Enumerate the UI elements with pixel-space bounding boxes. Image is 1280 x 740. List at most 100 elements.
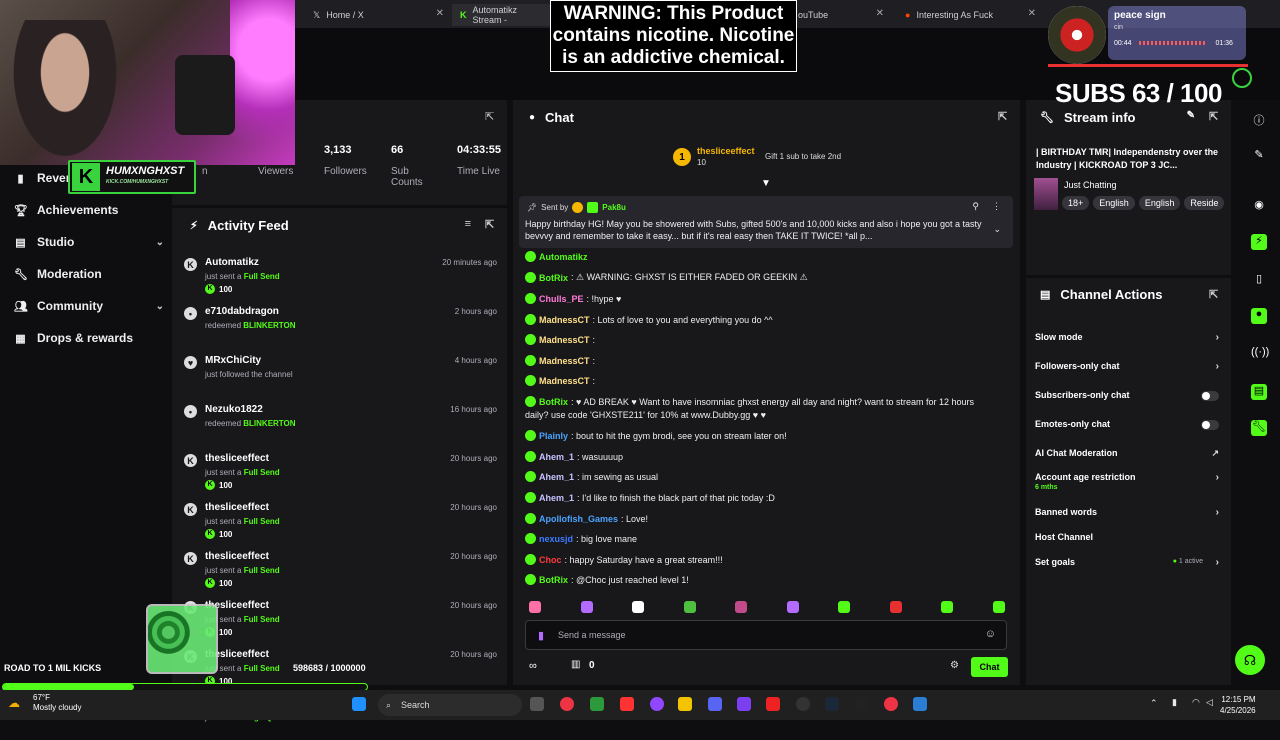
sidebar-item-community[interactable]: 👥︎ Community ⌄ [14,299,164,313]
pin-icon[interactable]: ⚲ [972,201,979,212]
chat-message[interactable]: Plainly: bout to hit the gym brodi, see … [525,430,787,441]
more-icon[interactable]: ⋮ [992,201,1001,212]
taskbar-search[interactable]: ⌕ Search [378,694,522,716]
activity-username[interactable]: Automatikz [205,257,259,268]
activity-item[interactable]: Kthesliceeffect20 hours agojust sent a F… [172,544,507,593]
activity-item[interactable]: Kthesliceeffect20 hours agojust sent a F… [172,446,507,495]
chat-message[interactable]: MadnessCT: [525,355,595,366]
app-icon[interactable] [913,697,927,711]
gear-icon[interactable]: ⚙ [950,660,959,671]
bolt-icon[interactable]: ⚡︎ [1251,234,1267,250]
tag[interactable]: English [1138,196,1181,210]
tab-automatikz[interactable]: K Automatikz Stream - [452,4,552,26]
activity-username[interactable]: thesliceeffect [205,551,269,562]
chat-username[interactable]: BotRix [539,397,568,407]
close-icon[interactable]: ✕ [436,8,444,19]
app-icon[interactable] [766,697,780,711]
chat-message[interactable]: MadnessCT: Lots of love to you and every… [525,314,773,325]
activity-item[interactable]: K Automatikz 20 minutes ago just sent a Ful… [172,250,507,299]
activity-username[interactable]: Nezuko1822 [205,404,263,415]
chat-message[interactable]: Ahem_1: im sewing as usual [525,471,658,482]
chat-message[interactable]: BotRix: ⚠ WARNING: GHXST IS EITHER FADED… [525,272,808,283]
popout-icon[interactable]: ⇱ [998,110,1010,123]
mic-icon[interactable]: ▮ [1172,697,1177,708]
toggle-switch[interactable] [1201,420,1219,430]
chrome-icon[interactable] [560,697,574,711]
chat-username[interactable]: Ahem_1 [539,493,574,503]
tag[interactable]: 18+ [1062,196,1090,210]
chat-username[interactable]: Automatikz [539,252,588,262]
windows-start-icon[interactable] [352,697,366,711]
channel-action-item[interactable]: Set goals › ● 1 active [1035,557,1225,568]
app-icon[interactable] [590,697,604,711]
sidebar-item-moderation[interactable]: 🔧︎ Moderation [14,267,164,281]
chat-username[interactable]: Ahem_1 [539,452,574,462]
folder-icon[interactable] [678,697,692,711]
sidebar-item-achievements[interactable]: 🏆︎ Achievements [14,203,164,217]
activity-item[interactable]: • Nezuko1822 16 hours ago redeemed BLINKERT… [172,397,507,446]
close-icon[interactable]: ✕ [1028,8,1036,19]
channel-action-item[interactable]: Slow mode › [1035,332,1225,343]
emote-icon[interactable] [735,601,747,613]
sidebar-item-studio[interactable]: ▤ Studio ⌄ [14,235,164,249]
emote-icon[interactable] [889,601,902,613]
notes-icon[interactable]: ▯ [1251,272,1267,288]
wifi-icon[interactable]: ◠ [1192,697,1200,708]
chat-username[interactable]: MadnessCT [539,315,590,325]
chat-message[interactable]: Ahem_1: wasuuuup [525,451,623,462]
channel-action-item[interactable]: Emotes-only chat [1035,419,1225,430]
emote-icon[interactable] [992,601,1005,613]
chrome-icon[interactable] [884,697,898,711]
chat-username[interactable]: nexusjd [539,534,573,544]
tab-reddit[interactable]: ● Interesting As Fuck ✕ [897,4,1042,26]
chat-username[interactable]: Ahem_1 [539,472,574,482]
info-icon[interactable]: ⓘ [1251,112,1267,128]
activity-username[interactable]: thesliceeffect [205,502,269,513]
tag[interactable]: Reside [1184,196,1225,210]
wrench-icon[interactable]: 🔧︎ [1251,420,1267,436]
emote-icon[interactable] [838,601,850,613]
chat-username[interactable]: Apollofish_Games [539,514,618,524]
activity-item[interactable]: Kthesliceeffect20 hours agojust sent a F… [172,593,507,642]
emote-icon[interactable] [941,601,953,613]
activity-username[interactable]: MRxChiCity [205,355,261,366]
chat-username[interactable]: BotRix [539,273,568,283]
chat-message[interactable]: BotRix: @Choc just reached level 1! [525,574,689,585]
emote-icon[interactable] [632,601,644,613]
chat-message[interactable]: Chulls_PE: !hype ♥ [525,293,621,304]
chat-message[interactable]: Apollofish_Games: Love! [525,513,648,524]
store-icon[interactable]: ▥ [571,659,580,670]
chat-username[interactable]: MadnessCT [539,356,590,366]
chat-username[interactable]: Chulls_PE [539,294,584,304]
tray-chevron-icon[interactable]: ⌃ [1150,698,1158,709]
toggle-switch[interactable] [1201,391,1219,401]
emoji-icon[interactable]: ☺ [985,628,996,640]
chat-send-button[interactable]: Chat [971,657,1008,677]
chat-message[interactable]: Choc: happy Saturday have a great stream… [525,554,723,565]
chat-username[interactable]: MadnessCT [539,376,590,386]
chat-message[interactable]: MadnessCT: [525,334,595,345]
close-icon[interactable]: ✕ [876,8,884,19]
channel-action-item[interactable]: Banned words › [1035,507,1225,518]
gift-leaderboard[interactable]: 1 thesliceeffect 10 Gift 1 sub to take 2… [673,146,873,174]
popout-icon[interactable]: ⇱ [485,110,497,123]
activity-item[interactable]: Kthesliceeffect20 hours agojust sent a F… [172,495,507,544]
infinity-icon[interactable]: ∞ [529,660,537,672]
tab-x[interactable]: 𝕏 Home / X ✕ [305,4,450,26]
terminal-icon[interactable] [855,697,869,711]
activity-username[interactable]: e710dabdragon [205,306,279,317]
sidebar-item-drops[interactable]: ▦ Drops & rewards [14,331,164,345]
popout-icon[interactable]: ⇱ [485,218,497,231]
activity-item[interactable]: • e710dabdragon 2 hours ago redeemed BLINKE… [172,299,507,348]
channel-action-item[interactable]: Followers-only chat › [1035,361,1225,372]
taskbar-clock[interactable]: 12:15 PM 4/25/2026 [1220,694,1256,716]
chat-message[interactable]: BotRix: ♥ AD BREAK ♥ Want to have insomn… [525,396,974,407]
collapse-icon[interactable]: ▼ [761,178,771,189]
mic-icon[interactable]: ▮ [538,629,544,642]
support-button[interactable]: ☊ [1235,645,1265,675]
obs-icon[interactable] [737,697,751,711]
chat-message[interactable]: Automatikz [525,251,591,262]
tag[interactable]: English [1093,196,1135,210]
emote-icon[interactable] [786,601,799,613]
chat-username[interactable]: BotRix [539,575,568,585]
